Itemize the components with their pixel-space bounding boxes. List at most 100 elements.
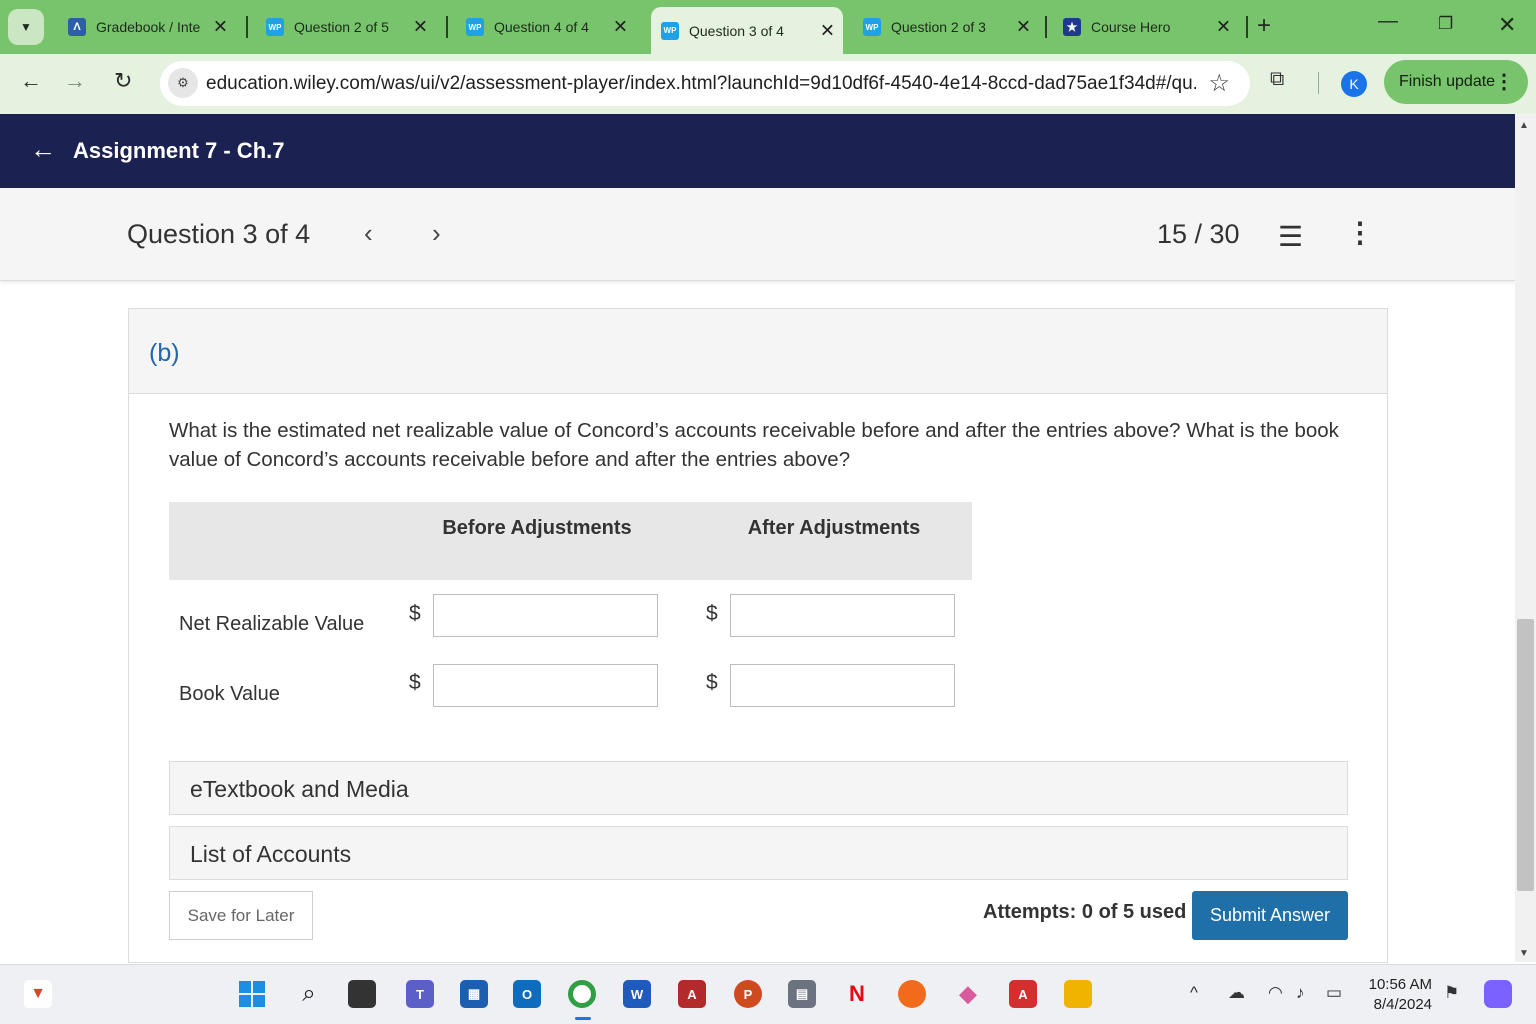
more-vertical-icon: ⋮ xyxy=(1494,71,1514,93)
page-scrollbar[interactable]: ▲ ▼ xyxy=(1515,114,1536,962)
close-window-icon[interactable]: ✕ xyxy=(1498,12,1516,38)
show-hidden-icons-chevron-icon[interactable]: ^ xyxy=(1190,983,1198,1003)
bookmark-star-icon[interactable]: ☆ xyxy=(1208,69,1230,98)
windows-start-icon[interactable] xyxy=(238,980,266,1008)
net-realizable-value-before-input[interactable] xyxy=(433,594,658,637)
question-nav-bar: Question 3 of 4 ‹ › 15 / 30 ☰ ⋮ xyxy=(0,188,1515,281)
browser-tab[interactable]: ★ Course Hero ✕ xyxy=(1053,9,1239,45)
question-list-icon[interactable]: ☰ xyxy=(1278,220,1303,253)
column-header-before: Before Adjustments xyxy=(442,517,632,539)
submit-answer-button[interactable]: Submit Answer xyxy=(1192,891,1348,940)
close-icon[interactable]: ✕ xyxy=(1216,17,1231,38)
browser-toolbar: ← → ↻ ⚙ education.wiley.com/was/ui/v2/as… xyxy=(0,54,1536,114)
restore-window-icon[interactable]: ❐ xyxy=(1438,14,1453,34)
chevron-down-icon: ▼ xyxy=(20,20,32,34)
close-icon[interactable]: ✕ xyxy=(213,17,228,38)
net-realizable-value-after-input[interactable] xyxy=(730,594,955,637)
previous-question-chevron-icon[interactable]: ‹ xyxy=(364,218,373,249)
etextbook-media-accordion[interactable]: eTextbook and Media xyxy=(169,761,1348,815)
book-value-after-input[interactable] xyxy=(730,664,955,707)
gradebook-favicon-icon: Λ xyxy=(68,18,86,36)
browser-tab[interactable]: WP Question 2 of 3 ✕ xyxy=(853,9,1039,45)
close-icon[interactable]: ✕ xyxy=(413,17,428,38)
close-icon[interactable]: ✕ xyxy=(613,17,628,38)
calculator-icon[interactable]: ▤ xyxy=(788,980,816,1008)
assignment-header: ← Assignment 7 - Ch.7 xyxy=(0,114,1515,188)
profile-avatar[interactable]: K xyxy=(1341,71,1367,97)
part-header: (b) xyxy=(129,309,1387,394)
question-panel: (b) What is the estimated net realizable… xyxy=(128,308,1388,963)
stocks-widget-icon[interactable]: ▼ xyxy=(24,980,52,1008)
forward-arrow-icon[interactable]: → xyxy=(64,68,86,94)
search-icon[interactable]: ⌕ xyxy=(295,980,323,1008)
volume-icon[interactable]: ♪ xyxy=(1296,983,1305,1003)
onedrive-cloud-icon[interactable]: ☁ xyxy=(1228,983,1245,1003)
list-of-accounts-accordion[interactable]: List of Accounts xyxy=(169,826,1348,880)
battery-icon[interactable]: ▭ xyxy=(1326,983,1342,1003)
netflix-icon[interactable]: N xyxy=(843,980,871,1008)
url-text[interactable]: education.wiley.com/was/ui/v2/assessment… xyxy=(206,73,1196,95)
book-value-before-input[interactable] xyxy=(433,664,658,707)
question-text: What is the estimated net realizable val… xyxy=(169,419,1339,471)
tab-title: Question 2 of 5 xyxy=(294,19,389,35)
system-clock[interactable]: 10:56 AM 8/4/2024 xyxy=(1362,975,1432,1015)
clock-date: 8/4/2024 xyxy=(1373,996,1432,1013)
finish-update-button[interactable]: Finish update ⋮ xyxy=(1384,60,1528,104)
scroll-down-arrow-icon[interactable]: ▼ xyxy=(1519,948,1529,959)
eraser-icon[interactable]: ◆ xyxy=(954,980,982,1008)
minimize-icon[interactable]: — xyxy=(1378,10,1398,33)
currency-symbol: $ xyxy=(706,602,718,625)
back-arrow-icon[interactable]: ← xyxy=(20,68,42,94)
access-icon[interactable]: A xyxy=(678,980,706,1008)
scrollbar-thumb[interactable] xyxy=(1517,619,1534,891)
close-icon[interactable]: ✕ xyxy=(1016,17,1031,38)
more-options-icon[interactable]: ⋮ xyxy=(1346,216,1374,249)
tab-divider xyxy=(1246,16,1248,38)
wileyplus-favicon-icon: WP xyxy=(863,18,881,36)
browser-tab[interactable]: WP Question 4 of 4 ✕ xyxy=(456,9,636,45)
file-explorer-icon[interactable] xyxy=(1064,980,1092,1008)
address-bar[interactable]: ⚙ education.wiley.com/was/ui/v2/assessme… xyxy=(160,61,1250,106)
tab-title: Question 2 of 3 xyxy=(891,19,986,35)
currency-symbol: $ xyxy=(706,671,718,694)
wileyplus-favicon-icon: WP xyxy=(661,21,679,40)
teams-icon[interactable]: T xyxy=(406,980,434,1008)
chrome-icon[interactable] xyxy=(568,980,596,1008)
copilot-icon[interactable] xyxy=(1484,980,1512,1008)
save-for-later-button[interactable]: Save for Later xyxy=(169,891,313,940)
browser-tab-strip: ▼ Λ Gradebook / Inte ✕ WP Question 2 of … xyxy=(0,0,1536,54)
close-icon[interactable]: ✕ xyxy=(820,20,835,41)
powerpoint-icon[interactable]: P xyxy=(734,980,762,1008)
next-question-chevron-icon[interactable]: › xyxy=(432,218,441,249)
browser-tab[interactable]: Λ Gradebook / Inte ✕ xyxy=(58,9,236,45)
word-icon[interactable]: W xyxy=(623,980,651,1008)
wifi-icon[interactable]: ◠ xyxy=(1268,983,1283,1003)
notifications-icon[interactable]: ⚑ xyxy=(1444,983,1459,1003)
firefox-icon[interactable] xyxy=(898,980,926,1008)
task-view-icon[interactable] xyxy=(348,980,376,1008)
browser-tab-active[interactable]: WP Question 3 of 4 ✕ xyxy=(651,7,843,54)
clock-time: 10:56 AM xyxy=(1368,976,1432,993)
assignment-title[interactable]: Assignment 7 - Ch.7 xyxy=(73,138,284,164)
finish-update-label: Finish update xyxy=(1399,73,1496,90)
new-tab-plus-icon[interactable]: + xyxy=(1257,12,1271,40)
outlook-icon[interactable]: O xyxy=(513,980,541,1008)
attempts-counter: Attempts: 0 of 5 used xyxy=(983,901,1187,923)
microsoft-store-icon[interactable]: ▦ xyxy=(460,980,488,1008)
extensions-puzzle-icon[interactable]: ⧉ xyxy=(1270,68,1284,91)
tab-title: Gradebook / Inte xyxy=(96,19,201,35)
course-hero-favicon-icon: ★ xyxy=(1063,18,1081,36)
back-arrow-icon[interactable]: ← xyxy=(30,134,56,165)
windows-taskbar: ▼ ⌕ T ▦ O W A P ▤ N ◆ A ^ ☁ ◠ ♪ ▭ 10:56 … xyxy=(0,964,1536,1024)
row-label-net-realizable-value: Net Realizable Value xyxy=(179,613,365,635)
scroll-up-arrow-icon[interactable]: ▲ xyxy=(1519,120,1529,131)
site-settings-icon[interactable]: ⚙ xyxy=(168,68,198,98)
reload-icon[interactable]: ↻ xyxy=(114,68,132,94)
browser-tab[interactable]: WP Question 2 of 5 ✕ xyxy=(256,9,436,45)
tab-search-button[interactable]: ▼ xyxy=(8,9,44,45)
part-label: (b) xyxy=(149,339,180,367)
tab-title: Course Hero xyxy=(1091,19,1171,35)
windows-logo-icon xyxy=(239,981,265,1007)
row-label-book-value: Book Value xyxy=(179,683,280,705)
acrobat-icon[interactable]: A xyxy=(1009,980,1037,1008)
